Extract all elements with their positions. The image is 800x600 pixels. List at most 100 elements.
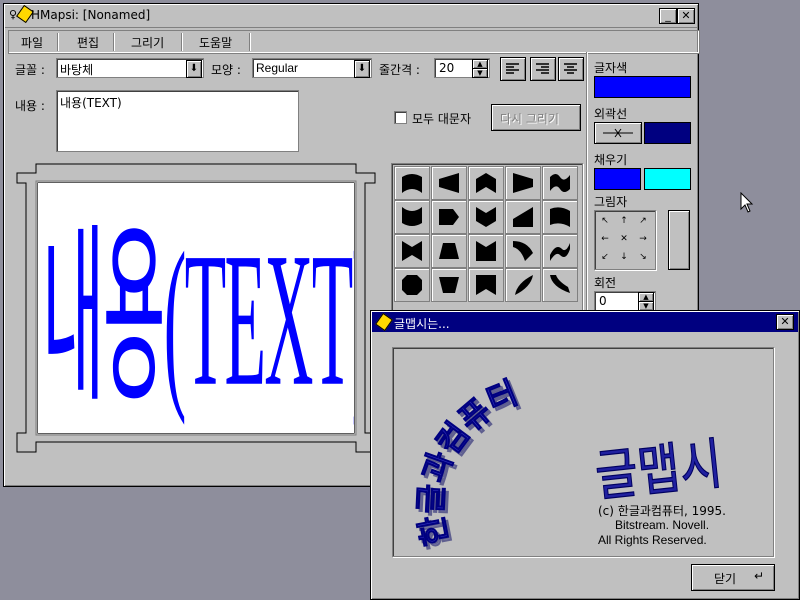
spacing-label: 줄간격 : (379, 63, 420, 77)
align-left-icon (506, 63, 519, 74)
shadow-label: 그림자 (594, 195, 628, 209)
uppercase-checkbox[interactable] (394, 111, 407, 124)
style-select-value: Regular (256, 61, 299, 75)
font-select[interactable]: 바탕체 ⬇ (56, 58, 204, 78)
shape-trapezoid[interactable] (431, 234, 467, 268)
shadow-left-icon[interactable]: ← (598, 232, 612, 246)
spin-down-icon[interactable]: ▼ (472, 68, 488, 78)
shape-wedge-left[interactable] (431, 166, 467, 200)
text-color-label: 글자색 (594, 61, 628, 75)
shape-grid (391, 163, 583, 330)
spacing-spinner[interactable]: 20 ▲ ▼ (434, 58, 490, 78)
align-right-icon (536, 63, 549, 74)
enter-key-icon: ↵ (754, 569, 765, 583)
menu-edit[interactable]: 편집 (77, 34, 99, 51)
mouse-cursor-icon (740, 192, 754, 213)
outline-style-button[interactable] (594, 122, 642, 144)
window-title: HMapsi: [Nonamed] (31, 8, 151, 22)
fill-label: 채우기 (594, 153, 628, 167)
main-titlebar[interactable]: ♀ HMapsi: [Nonamed] _ ✕ (5, 4, 697, 28)
uppercase-checkbox-label[interactable]: 모두 대문자 (412, 110, 471, 127)
about-logo-panel: 한글과컴퓨터 한글과컴퓨터 글맵시 (c) 한글과컴퓨터, 1995. Bits… (392, 347, 774, 557)
menu-divider (57, 33, 59, 51)
style-select[interactable]: Regular ⬇ (252, 58, 372, 78)
shape-wave[interactable] (542, 166, 578, 200)
about-close-ok-button[interactable]: 닫기 ↵ (691, 564, 775, 591)
content-text: 내용(TEXT) (60, 96, 122, 110)
style-label: 모양 : (211, 63, 241, 77)
align-left-button[interactable] (500, 57, 526, 81)
about-titlebar[interactable]: 글맵시는... ✕ (372, 312, 798, 332)
outline-label: 외곽선 (594, 107, 628, 121)
shadow-right-icon[interactable]: → (636, 232, 650, 246)
shadow-color-button[interactable] (668, 210, 690, 270)
copyright-line-1: (c) 한글과컴퓨터, 1995. (598, 504, 726, 518)
align-center-button[interactable] (558, 57, 584, 81)
menu-file[interactable]: 파일 (21, 34, 43, 51)
rotation-label: 회전 (594, 276, 617, 290)
about-close-ok-label: 닫기 (714, 572, 737, 586)
menu-divider (113, 33, 115, 51)
shape-arch-up[interactable] (394, 166, 430, 200)
font-select-value: 바탕체 (60, 63, 94, 77)
shape-bowtie[interactable] (394, 234, 430, 268)
outline-color-swatch[interactable] (644, 122, 691, 144)
shape-arrow-right[interactable] (431, 200, 467, 234)
about-title: 글맵시는... (394, 317, 450, 331)
redraw-button[interactable]: 다시 그리기 (491, 104, 581, 131)
shadow-none-icon[interactable]: ✕ (617, 232, 631, 246)
logo-main-text: 글맵시 (592, 432, 725, 509)
preview-frame: 내용(TEXT) (16, 163, 376, 453)
shadow-down-right-icon[interactable]: ↘ (636, 250, 650, 264)
rotation-spinner[interactable]: 0 ▲ ▼ (594, 291, 656, 311)
content-textarea[interactable]: 내용(TEXT) (56, 90, 299, 152)
align-right-button[interactable] (530, 57, 556, 81)
shape-chevron-down[interactable] (468, 200, 504, 234)
shape-house[interactable] (468, 166, 504, 200)
rotation-value: 0 (599, 294, 607, 308)
shape-banner[interactable] (468, 268, 504, 302)
shadow-down-icon[interactable]: ↓ (617, 250, 631, 264)
shadow-direction-grid: ↖ ↑ ↗ ← ✕ → ↙ ↓ ↘ (594, 210, 656, 270)
shadow-down-left-icon[interactable]: ↙ (598, 250, 612, 264)
shadow-up-icon[interactable]: ↑ (617, 214, 631, 228)
copyright-line-2: Bitstream. Novell. (615, 518, 710, 532)
fill-color-swatch-2[interactable] (644, 168, 691, 190)
align-center-icon (564, 63, 577, 74)
shape-fan[interactable] (505, 234, 541, 268)
shape-arch-down[interactable] (394, 200, 430, 234)
menu-help[interactable]: 도움말 (199, 34, 232, 51)
content-label: 내용 : (15, 99, 45, 113)
shape-ramp-up[interactable] (505, 200, 541, 234)
font-label: 글꼴 : (15, 63, 45, 77)
shape-sail[interactable] (505, 268, 541, 302)
dropdown-arrow-icon[interactable]: ⬇ (186, 60, 202, 78)
menu-bar: 파일 편집 그리기 도움말 (8, 30, 700, 54)
copyright-line-3: All Rights Reserved. (598, 533, 707, 547)
preview-canvas: 내용(TEXT) (38, 183, 354, 433)
text-color-swatch[interactable] (594, 76, 691, 98)
shape-s-curve[interactable] (542, 234, 578, 268)
svg-text:한글과컴퓨터: 한글과컴퓨터 (412, 373, 523, 548)
logo-arc-text: 한글과컴퓨터 (411, 373, 523, 549)
shadow-up-right-icon[interactable]: ↗ (636, 214, 650, 228)
preview-art-text: 내용(TEXT) (42, 215, 354, 427)
close-button[interactable]: ✕ (677, 8, 695, 24)
line-style-icon (603, 128, 633, 138)
shadow-up-left-icon[interactable]: ↖ (598, 214, 612, 228)
shape-flag[interactable] (542, 200, 578, 234)
shape-notch[interactable] (468, 234, 504, 268)
about-dialog: 글맵시는... ✕ 한글과컴퓨터 한글과컴퓨터 글맵시 (c) 한글과컴퓨터, … (370, 310, 800, 600)
menu-draw[interactable]: 그리기 (131, 34, 164, 51)
about-close-button[interactable]: ✕ (776, 314, 794, 330)
about-logo: 한글과컴퓨터 한글과컴퓨터 글맵시 (411, 373, 726, 552)
fill-color-swatch-1[interactable] (594, 168, 641, 190)
shape-trapezoid-down[interactable] (431, 268, 467, 302)
minimize-button[interactable]: _ (659, 8, 677, 24)
shape-wedge-right[interactable] (505, 166, 541, 200)
spacing-value: 20 (439, 61, 455, 75)
shape-octagon[interactable] (394, 268, 430, 302)
shape-hook[interactable] (542, 268, 578, 302)
dropdown-arrow-icon[interactable]: ⬇ (354, 60, 370, 78)
menu-divider (249, 33, 251, 51)
